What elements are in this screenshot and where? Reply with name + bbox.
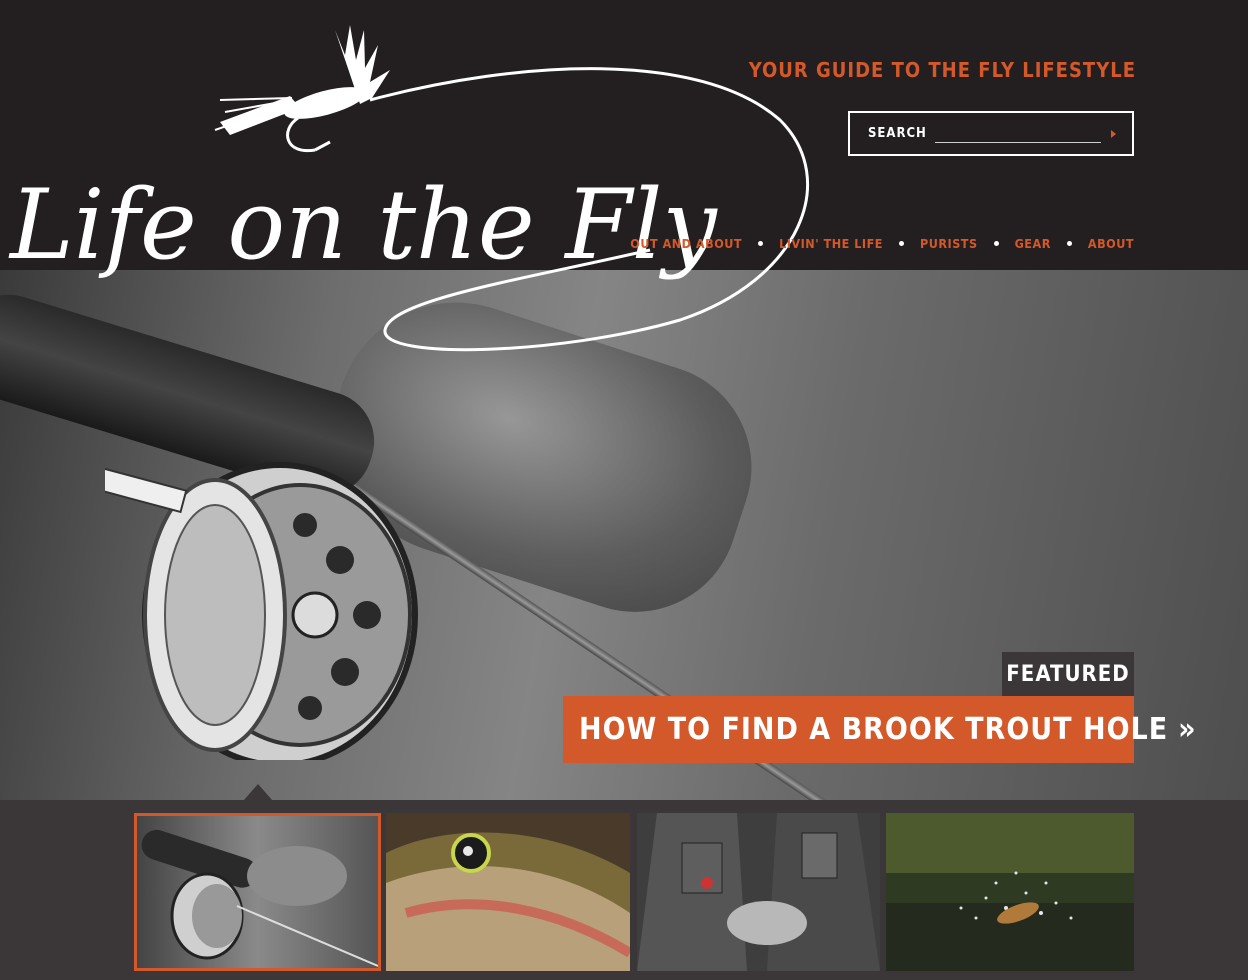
nav-item-gear[interactable]: GEAR [1015, 236, 1051, 251]
featured-article-link[interactable]: HOW TO FIND A BROOK TROUT HOLE » [563, 696, 1196, 763]
featured-title-text: HOW TO FIND A BROOK TROUT HOLE [579, 712, 1169, 747]
featured-tag: FEATURED [1002, 652, 1134, 696]
nav-separator [993, 241, 999, 246]
thumbnail-angler[interactable] [637, 813, 880, 971]
nav-item-livin-the-life[interactable]: LIVIN' THE LIFE [779, 236, 883, 251]
nav-separator [1066, 241, 1072, 246]
nav-separator [758, 241, 764, 246]
thumbnail-jumping-fish[interactable] [886, 813, 1134, 971]
search-label: SEARCH [868, 126, 927, 141]
nav-item-about[interactable]: ABOUT [1088, 236, 1134, 251]
nav-item-purists[interactable]: PURISTS [920, 236, 978, 251]
thumbnail-trout[interactable] [386, 813, 630, 971]
active-pointer [244, 784, 272, 800]
search-input[interactable] [934, 124, 1101, 143]
chevron-right-icon: » [1178, 712, 1197, 747]
search-box[interactable]: SEARCH [848, 111, 1134, 156]
nav-separator [898, 241, 904, 246]
thumbnail-rod-reel[interactable] [134, 813, 381, 971]
tagline: YOUR GUIDE TO THE FLY LIFESTYLE [748, 58, 1136, 82]
main-nav: OUT AND ABOUT LIVIN' THE LIFE PURISTS GE… [630, 236, 1134, 251]
play-arrow-icon[interactable] [1111, 129, 1116, 138]
nav-item-out-and-about[interactable]: OUT AND ABOUT [630, 236, 742, 251]
fly-reel-illustration [105, 462, 418, 760]
